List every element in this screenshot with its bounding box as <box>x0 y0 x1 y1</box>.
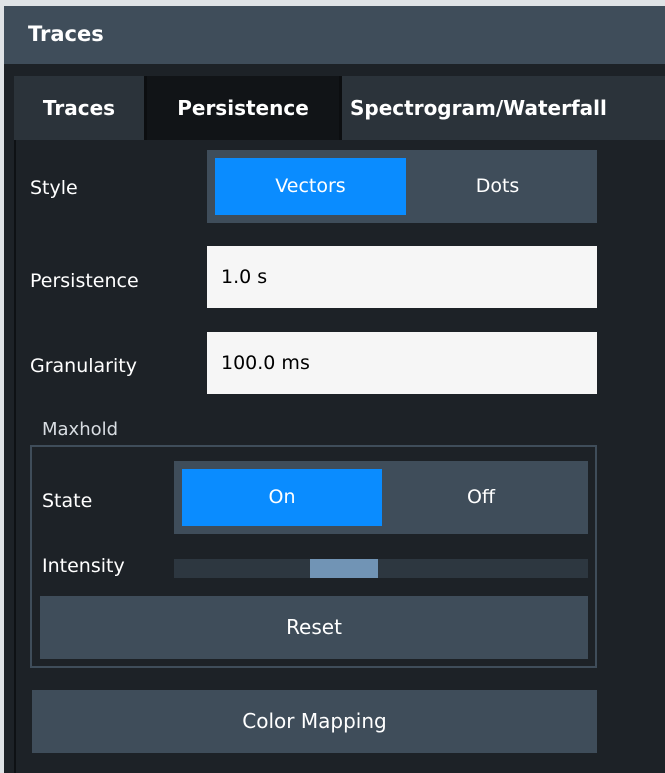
tab-traces-label: Traces <box>42 96 116 120</box>
style-dots-label: Dots <box>475 175 520 197</box>
style-label: Style <box>30 177 78 199</box>
tab-traces[interactable]: Traces <box>14 76 144 140</box>
reset-button-label: Reset <box>286 615 342 639</box>
state-on-option[interactable]: On <box>182 469 382 526</box>
intensity-slider-thumb[interactable] <box>310 559 378 578</box>
tab-spectrogram-waterfall[interactable]: Spectrogram/Waterfall <box>342 76 665 140</box>
color-mapping-button-label: Color Mapping <box>242 709 387 733</box>
dialog-title: Traces <box>28 22 104 46</box>
persistence-tab-content: Style Vectors Dots Persistence 1.0 s Gra… <box>14 140 634 773</box>
dialog-titlebar[interactable]: Traces <box>4 6 665 64</box>
color-mapping-button[interactable]: Color Mapping <box>32 690 597 753</box>
maxhold-group-title: Maxhold <box>42 419 119 440</box>
state-off-option[interactable]: Off <box>382 469 580 526</box>
persistence-value: 1.0 s <box>221 266 268 288</box>
intensity-slider[interactable] <box>174 559 588 578</box>
granularity-value: 100.0 ms <box>221 352 310 374</box>
state-selector: On Off <box>174 461 588 534</box>
style-vectors-label: Vectors <box>275 175 346 197</box>
state-on-label: On <box>268 486 296 508</box>
state-label: State <box>42 490 93 512</box>
maxhold-group: State On Off Intensity Reset <box>30 445 597 668</box>
tab-persistence[interactable]: Persistence <box>147 76 339 140</box>
tab-persistence-label: Persistence <box>177 96 309 120</box>
reset-button[interactable]: Reset <box>40 596 588 659</box>
tab-spectrogram-waterfall-label: Spectrogram/Waterfall <box>350 96 607 120</box>
state-off-label: Off <box>466 486 496 508</box>
style-selector: Vectors Dots <box>207 150 597 223</box>
traces-dialog: Traces Traces Persistence Spectrogram/Wa… <box>4 6 665 773</box>
style-vectors-option[interactable]: Vectors <box>215 158 406 215</box>
intensity-label: Intensity <box>42 555 125 577</box>
persistence-input[interactable]: 1.0 s <box>207 246 597 308</box>
granularity-input[interactable]: 100.0 ms <box>207 332 597 394</box>
tab-bar: Traces Persistence Spectrogram/Waterfall <box>14 76 665 140</box>
persistence-label: Persistence <box>30 270 139 292</box>
granularity-label: Granularity <box>30 355 137 377</box>
style-dots-option[interactable]: Dots <box>406 158 589 215</box>
